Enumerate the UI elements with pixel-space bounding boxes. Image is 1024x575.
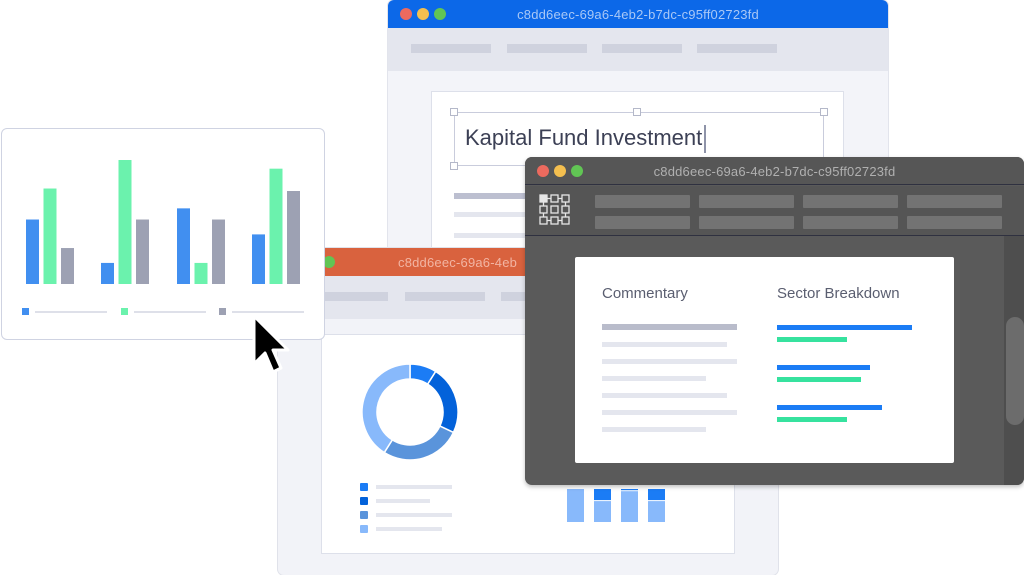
sector-bar-primary (777, 325, 912, 330)
text-line (454, 193, 534, 199)
stacked-bar-upper (621, 489, 638, 491)
bar-series-gray (287, 191, 300, 284)
bar-series-blue (26, 219, 39, 284)
bar-series-gray (61, 248, 74, 284)
toolbar (388, 28, 888, 71)
bar-series-blue (101, 262, 114, 284)
toolbar-item[interactable] (803, 195, 898, 208)
document-title[interactable]: Kapital Fund Investment (465, 125, 702, 150)
toolbar-item[interactable] (907, 216, 1002, 229)
toolbar-item[interactable] (602, 44, 682, 53)
legend-label-line (376, 527, 442, 531)
text-line (454, 233, 534, 238)
title-bar[interactable]: c8dd6eec-69a6-4eb2-b7dc-c95ff02723fd (388, 0, 888, 28)
legend-label-line (376, 513, 452, 517)
text-line (602, 324, 737, 330)
sector-breakdown-heading: Sector Breakdown (777, 285, 900, 302)
text-line (454, 212, 534, 217)
toolbar-item[interactable] (411, 44, 491, 53)
toolbar-item[interactable] (907, 195, 1002, 208)
commentary-page: Commentary Sector Breakdown (575, 257, 954, 463)
toolbar-item[interactable] (405, 292, 485, 301)
legend-swatch (360, 497, 368, 505)
text-line (602, 410, 737, 415)
grouped-bar-chart (22, 160, 304, 315)
legend-swatch (121, 308, 128, 315)
sector-bar-primary (777, 365, 871, 370)
stacked-bar-upper (648, 489, 665, 501)
scrollbar-thumb[interactable] (1006, 317, 1024, 425)
legend-swatch (360, 525, 368, 533)
toolbar-item[interactable] (595, 216, 690, 229)
legend-swatch (360, 511, 368, 519)
stacked-bar-lower (594, 501, 611, 522)
commentary-heading: Commentary (602, 285, 688, 302)
stacked-bar-lower (648, 501, 665, 522)
text-caret (704, 125, 707, 154)
bar-series-blue (177, 208, 190, 284)
text-line (602, 393, 727, 398)
title-bar[interactable]: c8dd6eec-69a6-4eb2-b7dc-c95ff02723fd (525, 157, 1024, 185)
grid-layout-icon[interactable] (539, 194, 575, 230)
sector-bar-secondary (777, 337, 848, 342)
legend-label-line (376, 499, 430, 503)
stacked-bar-lower (567, 489, 584, 522)
mouse-pointer-icon (252, 314, 290, 374)
legend-swatch (22, 308, 29, 315)
resize-handle[interactable] (450, 108, 458, 116)
bar-series-blue (252, 234, 265, 284)
toolbar-item[interactable] (697, 44, 777, 53)
toolbar-item[interactable] (699, 195, 794, 208)
legend-swatch (219, 308, 226, 315)
text-line (602, 427, 706, 432)
sector-bar-secondary (777, 377, 861, 382)
stacked-bar-lower (621, 491, 638, 522)
bar-series-green (194, 262, 208, 284)
stacked-bar-upper (594, 489, 611, 501)
donut-slice-4 (361, 363, 411, 454)
bar-series-green (269, 168, 283, 284)
bar-series-gray (212, 219, 225, 284)
bar-chart-card (1, 128, 325, 340)
resize-handle[interactable] (820, 108, 828, 116)
bar-series-gray (136, 219, 149, 284)
window-title: c8dd6eec-69a6-4eb (398, 255, 518, 270)
legend-label-line (376, 485, 452, 489)
donut-slice-2 (426, 370, 459, 434)
toolbar-item[interactable] (507, 44, 587, 53)
toolbar-item[interactable] (699, 216, 794, 229)
donut-slice-3 (383, 425, 455, 461)
window-title: c8dd6eec-69a6-4eb2-b7dc-c95ff02723fd (517, 7, 759, 22)
toolbar-item[interactable] (595, 195, 690, 208)
toolbar (525, 186, 1024, 236)
toolbar-item[interactable] (803, 216, 898, 229)
window-commentary: c8dd6eec-69a6-4eb2-b7dc-c95ff02723fd Com… (525, 157, 1024, 485)
sector-bar-secondary (777, 417, 848, 422)
text-line (602, 359, 737, 364)
bar-series-green (43, 188, 57, 284)
sector-bar-primary (777, 405, 883, 410)
text-line (602, 342, 727, 347)
donut-chart (361, 363, 459, 461)
resize-handle[interactable] (450, 162, 458, 170)
bar-series-green (118, 160, 132, 284)
text-line (602, 376, 706, 381)
resize-handle[interactable] (633, 108, 641, 116)
legend-swatch (360, 483, 368, 491)
window-title: c8dd6eec-69a6-4eb2-b7dc-c95ff02723fd (653, 164, 896, 179)
